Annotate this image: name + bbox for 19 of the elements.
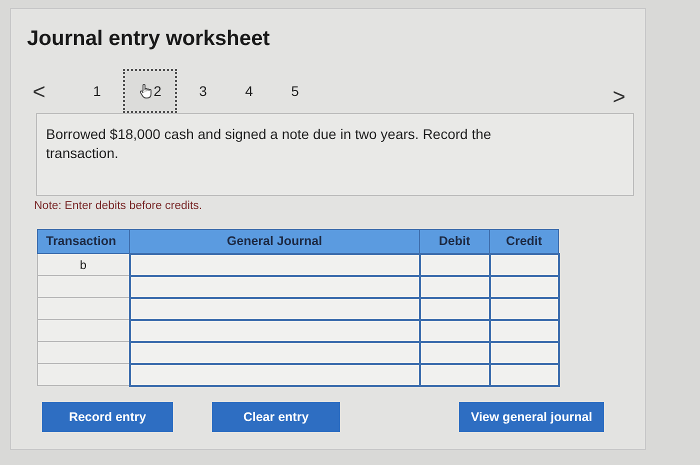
page-title: Journal entry worksheet	[27, 26, 270, 52]
action-button[interactable]: View general journal	[459, 402, 604, 432]
question-tab[interactable]: 1	[77, 69, 117, 113]
question-tab[interactable]: 2	[123, 69, 177, 113]
transaction-label: b	[80, 258, 87, 272]
column-header: General Journal	[130, 230, 420, 254]
column-header: Credit	[490, 230, 558, 254]
question-tab[interactable]: 5	[275, 69, 315, 113]
note-text: Note: Enter debits before credits.	[34, 199, 202, 214]
hand-cursor-icon	[138, 83, 153, 99]
column-header: Transaction	[38, 230, 130, 254]
column-header: Debit	[420, 230, 490, 254]
action-button[interactable]: Record entry	[42, 402, 173, 432]
prompt-text: Borrowed $18,000 cash and signed a note due in two years. Record the transaction.	[46, 125, 492, 163]
question-tab[interactable]: 3	[183, 69, 223, 113]
next-button[interactable]: >	[609, 80, 629, 112]
previous-button[interactable]: <	[29, 74, 49, 108]
question-tab[interactable]: 4	[229, 69, 269, 113]
action-button[interactable]: Clear entry	[212, 402, 340, 432]
